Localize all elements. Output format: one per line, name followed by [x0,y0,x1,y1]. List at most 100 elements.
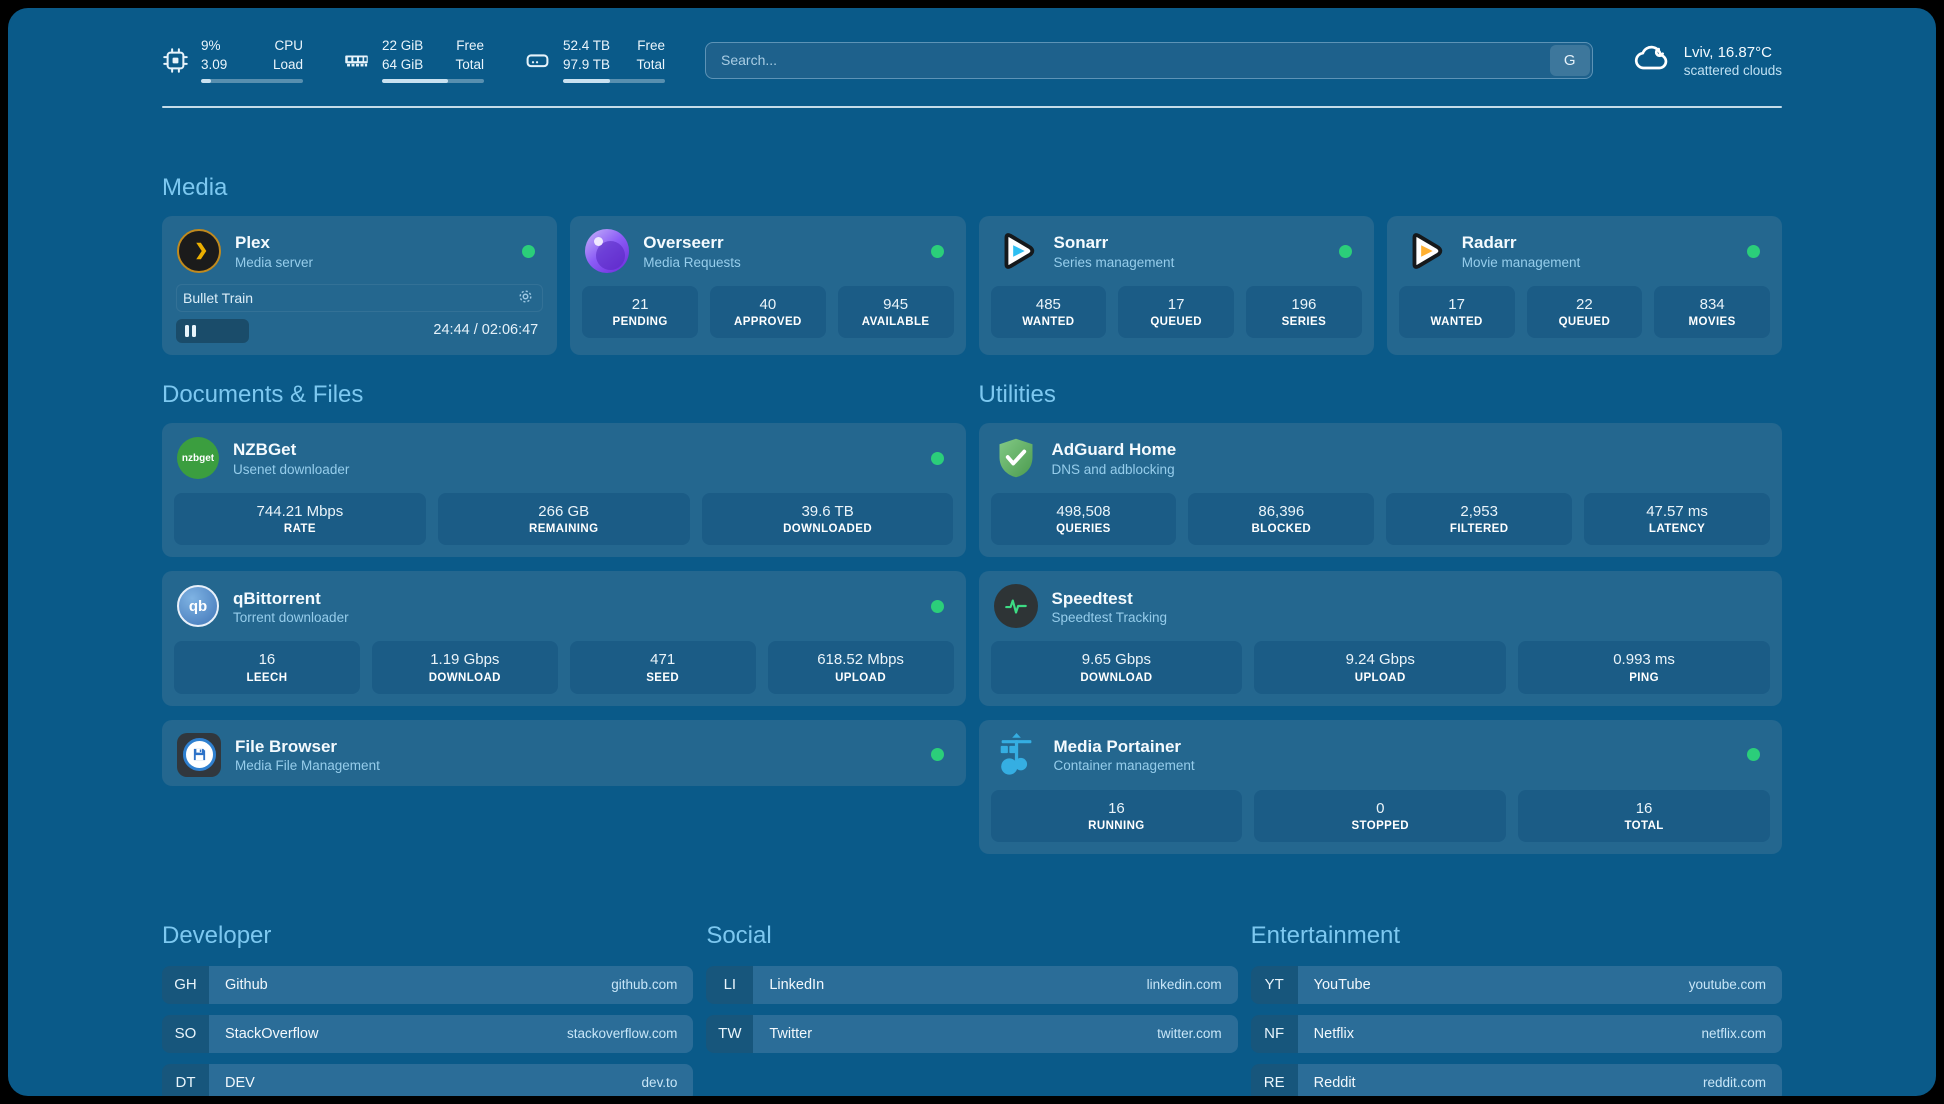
section-title-media: Media [162,174,1782,202]
status-dot [1747,748,1760,761]
filebrowser-icon [177,733,221,777]
bookmark-abbr: RE [1251,1064,1298,1096]
app-name: Speedtest [1052,588,1168,610]
nzbget-icon: nzbget [177,437,219,479]
sonarr-icon [994,228,1040,274]
resource-widgets: 9%CPU 3.09Load [162,37,665,84]
stat-label: QUEUED [1122,316,1230,328]
bookmark-url: stackoverflow.com [567,1026,677,1041]
stat-value: 485 [995,295,1103,315]
bookmark-abbr: TW [706,1015,753,1053]
bookmark-row-linkedin[interactable]: LI LinkedInlinkedin.com [706,966,1237,1004]
bookmark-row-github[interactable]: GH Githubgithub.com [162,966,693,1004]
card-nzbget[interactable]: nzbget NZBGet Usenet downloader 744.21 M… [162,423,966,557]
stat-tile: 22QUEUED [1527,286,1643,338]
card-speedtest[interactable]: Speedtest Speedtest Tracking 9.65 GbpsDO… [979,571,1783,705]
status-dot [1339,245,1352,258]
bookmark-row-netflix[interactable]: NF Netflixnetflix.com [1251,1015,1782,1053]
stat-tile: 86,396BLOCKED [1188,493,1374,545]
card-sonarr[interactable]: Sonarr Series management 485WANTED 17QUE… [979,216,1374,355]
card-overseerr[interactable]: Overseerr Media Requests 21PENDING 40APP… [570,216,965,355]
ram-icon [343,47,370,74]
stat-tile: 834MOVIES [1654,286,1770,338]
card-qbittorrent[interactable]: qb qBittorrent Torrent downloader 16LEEC… [162,571,966,705]
app-name: File Browser [235,736,380,758]
speedtest-icon [994,584,1038,628]
section-utilities: Utilities [979,381,1783,868]
stat-label: DOWNLOAD [995,672,1239,684]
stat-label: WANTED [1403,316,1511,328]
stat-value: 471 [574,650,752,670]
stat-label: STOPPED [1258,820,1502,832]
stat-label: WANTED [995,316,1103,328]
stat-label: PING [1522,672,1766,684]
stat-tile: 618.52 Mbps UPLOAD [768,641,954,693]
bookmark-row-twitter[interactable]: TW Twittertwitter.com [706,1015,1237,1053]
app-name: Overseerr [643,232,741,254]
portainer-icon [994,732,1040,778]
stat-label: SERIES [1250,316,1358,328]
bookmark-abbr: GH [162,966,209,1004]
section-documents: Documents & Files nzbget NZBGet Usenet d… [162,381,966,868]
stat-label: TOTAL [1522,820,1766,832]
stat-value: 744.21 Mbps [178,502,422,522]
now-playing-title: Bullet Train [183,290,253,306]
stat-value: 618.52 Mbps [772,650,950,670]
adguard-icon [994,436,1038,480]
card-filebrowser[interactable]: File Browser Media File Management [162,720,966,786]
section-title-social: Social [706,922,1237,950]
nzbget-icon-label: nzbget [182,453,214,464]
card-radarr[interactable]: Radarr Movie management 17WANTED 22QUEUE… [1387,216,1782,355]
pause-button[interactable] [176,319,249,343]
stat-label: QUERIES [995,523,1173,535]
resource-widget-cpu: 9%CPU 3.09Load [162,37,303,84]
bookmark-abbr: NF [1251,1015,1298,1053]
card-plex[interactable]: Plex Media server Bullet Train [162,216,557,355]
stat-value: 945 [842,295,950,315]
cloud-icon [1633,39,1671,82]
bookmark-name: Reddit [1314,1075,1356,1091]
disk-progress-bar [563,79,665,83]
bookmark-row-dev[interactable]: DT DEVdev.to [162,1064,693,1096]
stat-value: 16 [1522,799,1766,819]
qbittorrent-icon-label: qb [189,598,207,615]
section-title-entertainment: Entertainment [1251,922,1782,950]
bookmark-row-stackoverflow[interactable]: SO StackOverflowstackoverflow.com [162,1015,693,1053]
settings-icon[interactable] [517,288,534,308]
stat-value: 266 GB [442,502,686,522]
bookmark-abbr: LI [706,966,753,1004]
stat-label: REMAINING [442,523,686,535]
card-adguard[interactable]: AdGuard Home DNS and adblocking 498,508Q… [979,423,1783,557]
status-dot [522,245,535,258]
bookmark-name: StackOverflow [225,1026,318,1042]
stat-label: UPLOAD [772,672,950,684]
stat-tile: 498,508QUERIES [991,493,1177,545]
bookmark-url: linkedin.com [1147,977,1222,992]
stat-tile: 1.19 GbpsDOWNLOAD [372,641,558,693]
stat-tile: 0STOPPED [1254,790,1506,842]
bookmark-url: github.com [611,977,677,992]
app-name: AdGuard Home [1052,439,1177,461]
topbar-divider [162,106,1782,108]
stat-tile: 21PENDING [582,286,698,338]
resource-label: Free [637,37,665,56]
stat-value: 17 [1403,295,1511,315]
app-subtitle: DNS and adblocking [1052,462,1177,477]
resource-widget-disk: 52.4 TBFree 97.9 TBTotal [524,37,665,84]
app-name: Sonarr [1054,232,1175,254]
bookmark-row-youtube[interactable]: YT YouTubeyoutube.com [1251,966,1782,1004]
stat-tile: 17WANTED [1399,286,1515,338]
bookmark-row-reddit[interactable]: RE Redditreddit.com [1251,1064,1782,1096]
stat-tile: 945AVAILABLE [838,286,954,338]
overseerr-icon [585,229,629,273]
card-portainer[interactable]: Media Portainer Container management 16R… [979,720,1783,854]
search-provider-button[interactable]: G [1550,45,1590,76]
app-subtitle: Speedtest Tracking [1052,610,1168,625]
status-dot [931,245,944,258]
app-subtitle: Media server [235,255,313,270]
stat-tile: 39.6 TBDOWNLOADED [702,493,954,545]
radarr-icon [1402,228,1448,274]
stat-label: BLOCKED [1192,523,1370,535]
search-input[interactable] [705,42,1593,79]
resource-label: Total [455,56,484,75]
